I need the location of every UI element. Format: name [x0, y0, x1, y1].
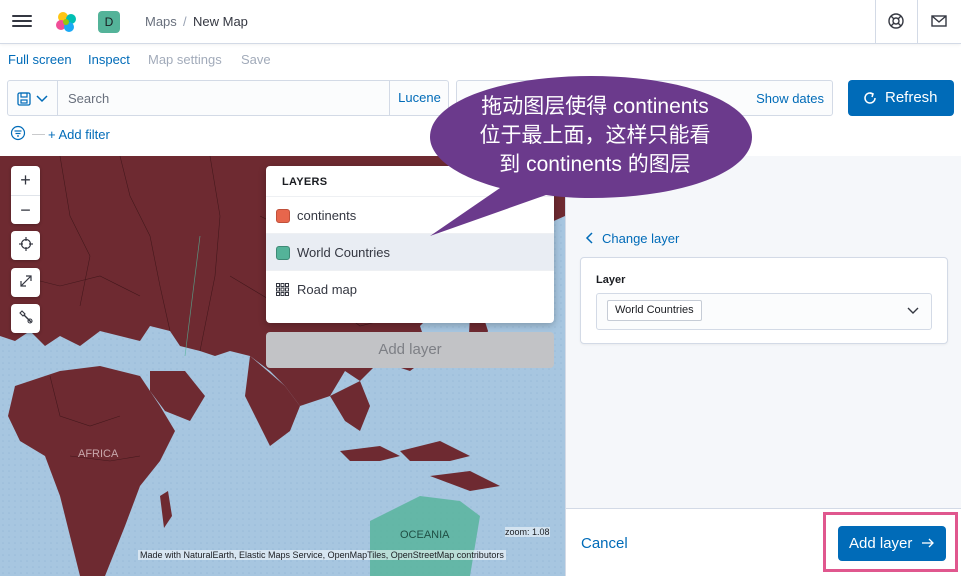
query-bar: Search Lucene [7, 80, 449, 116]
header-divider [875, 0, 876, 44]
callout-line-2: 位于最上面，这样只能看 [479, 124, 711, 147]
show-dates-button[interactable]: Show dates [756, 91, 824, 106]
elastic-logo-icon[interactable] [54, 10, 78, 34]
space-avatar[interactable]: D [98, 11, 120, 33]
add-layer-label: Add layer [849, 535, 913, 552]
chevron-down-icon [36, 95, 48, 103]
search-input[interactable]: Search [68, 91, 109, 106]
arrow-right-icon [922, 538, 934, 548]
layer-label: continents [297, 208, 357, 223]
filter-row: — + Add filter [10, 125, 110, 143]
layer-color-swatch [276, 209, 290, 223]
zoom-in-button[interactable]: + [11, 166, 40, 195]
breadcrumb-maps[interactable]: Maps [145, 14, 177, 29]
fit-to-data-control[interactable] [11, 231, 40, 260]
add-layer-button-disabled[interactable]: Add layer [266, 332, 554, 368]
help-icon[interactable] [887, 12, 905, 30]
filter-dash: — [32, 126, 45, 141]
tools-control[interactable] [11, 304, 40, 333]
cancel-button[interactable]: Cancel [581, 535, 628, 552]
chevron-down-icon [907, 307, 919, 314]
top-header: D Maps / New Map [0, 0, 961, 44]
map-label-africa: AFRICA [78, 448, 119, 460]
callout-line-1: 拖动图层使得 continents [481, 95, 709, 118]
breadcrumb-separator: / [183, 14, 187, 29]
zoom-controls: + − [11, 166, 40, 224]
full-screen-link[interactable]: Full screen [8, 52, 72, 67]
callout-text: 拖动图层使得 continents 位于最上面，这样只能看 到 continen… [455, 92, 735, 179]
header-divider [917, 0, 918, 44]
refresh-icon [864, 92, 876, 104]
save-link[interactable]: Save [241, 52, 271, 67]
callout-line-3: 到 continents 的图层 [499, 153, 691, 176]
saved-query-button[interactable] [8, 81, 58, 115]
expand-icon [19, 275, 32, 287]
fullscreen-control[interactable] [11, 268, 40, 297]
save-icon [17, 92, 31, 106]
wrench-icon [18, 310, 33, 324]
add-filter-button[interactable]: + Add filter [48, 127, 110, 142]
zoom-out-button[interactable]: − [11, 195, 40, 224]
refresh-button[interactable]: Refresh [848, 80, 954, 116]
add-layer-button[interactable]: Add layer [838, 526, 946, 561]
layer-color-swatch [276, 246, 290, 260]
crosshair-icon [18, 237, 33, 251]
mail-icon[interactable] [930, 12, 948, 30]
layers-title: LAYERS [282, 176, 328, 188]
grid-icon [276, 283, 289, 296]
layer-label: World Countries [297, 245, 390, 260]
map-label-oceania: OCEANIA [400, 529, 450, 541]
layer-label: Road map [297, 282, 357, 297]
refresh-label: Refresh [885, 89, 938, 106]
breadcrumb-new-map: New Map [193, 14, 248, 29]
map-attribution: Made with NaturalEarth, Elastic Maps Ser… [138, 550, 506, 560]
map-settings-link[interactable]: Map settings [148, 52, 222, 67]
zoom-readout: zoom: 1.08 [505, 527, 550, 537]
filter-icon[interactable] [10, 125, 26, 141]
menu-icon[interactable] [12, 12, 32, 32]
inspect-link[interactable]: Inspect [88, 52, 130, 67]
